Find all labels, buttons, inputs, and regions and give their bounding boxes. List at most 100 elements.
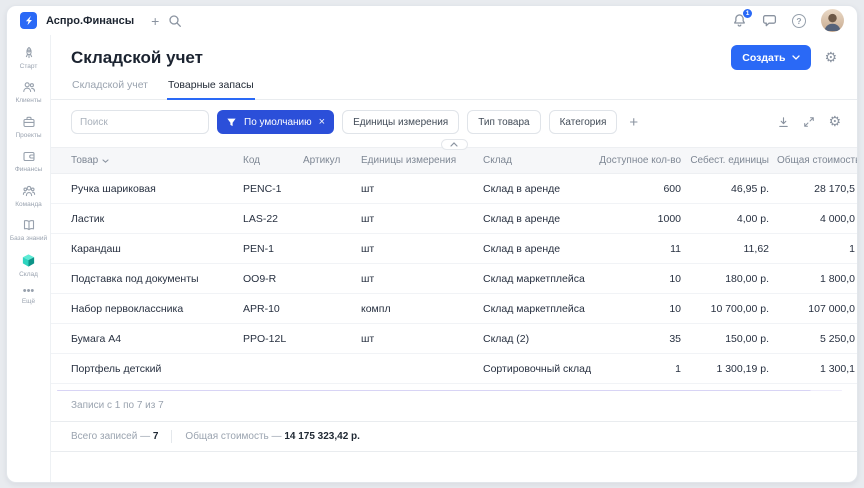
topbar-actions: 1 ? (732, 9, 844, 32)
cell-code (243, 354, 303, 384)
table-row[interactable]: Бумага А4 PPO-12L шт Склад (2) 35 150,00… (51, 324, 857, 354)
table-row[interactable]: Карандаш PEN-1 шт Склад в аренде 11 11,6… (51, 234, 857, 264)
filter-chip-category[interactable]: Категория (549, 110, 618, 134)
tab-warehouse-accounting[interactable]: Складской учет (71, 79, 149, 99)
summary-divider (171, 430, 172, 443)
table-row[interactable]: Ластик LAS-22 шт Склад в аренде 1000 4,0… (51, 204, 857, 234)
cell-product: Бумага А4 (51, 324, 243, 354)
records-info: Записи с 1 по 7 из 7 (51, 391, 857, 421)
cell-code: PEN-1 (243, 234, 303, 264)
wallet-icon (22, 149, 36, 163)
sidebar-item-team[interactable]: Команда (7, 180, 50, 214)
page-title: Складской учет (71, 48, 203, 68)
summary-bar: Всего записей — 7 Общая стоимость — 14 1… (51, 421, 857, 452)
chat-icon[interactable] (762, 13, 777, 28)
more-icon: ••• (23, 288, 35, 295)
cell-total: 5 250,0 (777, 324, 857, 354)
team-icon (22, 184, 36, 198)
export-download-icon[interactable] (777, 116, 790, 129)
cell-warehouse: Склад в аренде (483, 204, 597, 234)
filter-chip-product-type[interactable]: Тип товара (467, 110, 540, 134)
inventory-table: Товар Код Артикул Единицы измерения Скла… (51, 147, 857, 384)
cell-warehouse: Склад в аренде (483, 234, 597, 264)
app-window: Аспро.Финансы + 1 ? Старт (6, 5, 858, 483)
sidebar: Старт Клиенты Проекты Финансы Команда Ба… (7, 35, 51, 482)
cell-unit: шт (361, 174, 483, 204)
help-icon[interactable]: ? (792, 14, 806, 28)
cell-code: LAS-22 (243, 204, 303, 234)
cell-sku (303, 204, 361, 234)
cell-warehouse: Склад маркетплейса (483, 294, 597, 324)
column-header-total-cost[interactable]: Общая стоимость (777, 148, 857, 174)
cell-warehouse: Склад маркетплейса (483, 264, 597, 294)
column-header-sku[interactable]: Артикул (303, 148, 361, 174)
cell-warehouse: Склад в аренде (483, 174, 597, 204)
tab-bar: Складской учет Товарные запасы (51, 79, 857, 100)
collapse-filters-button[interactable] (441, 139, 468, 150)
total-records-value: 7 (153, 431, 159, 442)
column-header-warehouse[interactable]: Склад (483, 148, 597, 174)
table-row[interactable]: Подставка под документы OO9-R шт Склад м… (51, 264, 857, 294)
cell-total: 1 800,0 (777, 264, 857, 294)
warehouse-cube-icon (21, 253, 36, 268)
table-row[interactable]: Набор первоклассника APR-10 компл Склад … (51, 294, 857, 324)
search-input[interactable] (71, 110, 209, 134)
add-filter-icon[interactable]: + (625, 115, 642, 130)
cell-warehouse: Склад (2) (483, 324, 597, 354)
cell-qty: 1 (597, 354, 689, 384)
user-avatar[interactable] (821, 9, 844, 32)
app-logo-icon[interactable] (20, 12, 37, 29)
clear-filter-icon[interactable]: × (319, 117, 325, 128)
table-settings-gear-icon[interactable]: ⚙ (828, 115, 841, 129)
cell-total: 1 300,1 (777, 354, 857, 384)
cell-total: 28 170,5 (777, 174, 857, 204)
cell-sku (303, 324, 361, 354)
create-button[interactable]: Создать (731, 45, 811, 70)
search-icon[interactable] (168, 14, 182, 28)
notifications-bell-icon[interactable]: 1 (732, 13, 747, 28)
cell-unit: шт (361, 324, 483, 354)
sidebar-item-more[interactable]: ••• Ещё (7, 284, 50, 311)
cell-product: Портфель детский (51, 354, 243, 384)
column-header-unit-cost[interactable]: Себест. единицы (689, 148, 777, 174)
cell-unit: шт (361, 234, 483, 264)
app-name: Аспро.Финансы (46, 15, 134, 27)
filter-chip-units[interactable]: Единицы измерения (342, 110, 459, 134)
sort-caret-icon (102, 159, 109, 163)
tab-goods-stock[interactable]: Товарные запасы (167, 79, 255, 100)
sidebar-item-projects[interactable]: Проекты (7, 111, 50, 145)
cell-unit (361, 354, 483, 384)
notification-badge: 1 (742, 8, 753, 19)
sidebar-item-finance[interactable]: Финансы (7, 145, 50, 179)
sidebar-item-knowledge-base[interactable]: База знаний (7, 214, 50, 248)
sidebar-item-clients[interactable]: Клиенты (7, 76, 50, 110)
total-cost-value: 14 175 323,42 р. (284, 431, 360, 442)
page-settings-gear-icon[interactable]: ⚙ (824, 51, 837, 65)
sidebar-item-start[interactable]: Старт (7, 42, 50, 76)
cell-total: 107 000,0 (777, 294, 857, 324)
main-content: Складской учет Создать ⚙ Складской учет … (51, 35, 857, 482)
cell-sku (303, 294, 361, 324)
active-filter-chip[interactable]: По умолчанию × (217, 110, 334, 134)
expand-table-icon[interactable] (803, 116, 815, 128)
quick-add-icon[interactable]: + (151, 14, 159, 28)
chevron-up-icon (450, 142, 458, 147)
cell-unit: шт (361, 264, 483, 294)
cell-sku (303, 264, 361, 294)
cell-qty: 600 (597, 174, 689, 204)
cell-unit: шт (361, 204, 483, 234)
cell-total: 1 (777, 234, 857, 264)
table-row[interactable]: Портфель детский Сортировочный склад 1 1… (51, 354, 857, 384)
cell-code: PENC-1 (243, 174, 303, 204)
sidebar-item-warehouse[interactable]: Склад (7, 249, 50, 284)
column-header-qty[interactable]: Доступное кол-во (597, 148, 689, 174)
column-header-code[interactable]: Код (243, 148, 303, 174)
cell-product: Подставка под документы (51, 264, 243, 294)
table-row[interactable]: Ручка шариковая PENC-1 шт Склад в аренде… (51, 174, 857, 204)
book-icon (22, 218, 36, 232)
column-header-product[interactable]: Товар (51, 148, 243, 174)
cell-unit-cost: 1 300,19 р. (689, 354, 777, 384)
chevron-down-icon (792, 55, 800, 60)
cell-code: OO9-R (243, 264, 303, 294)
column-header-unit[interactable]: Единицы измерения (361, 148, 483, 174)
